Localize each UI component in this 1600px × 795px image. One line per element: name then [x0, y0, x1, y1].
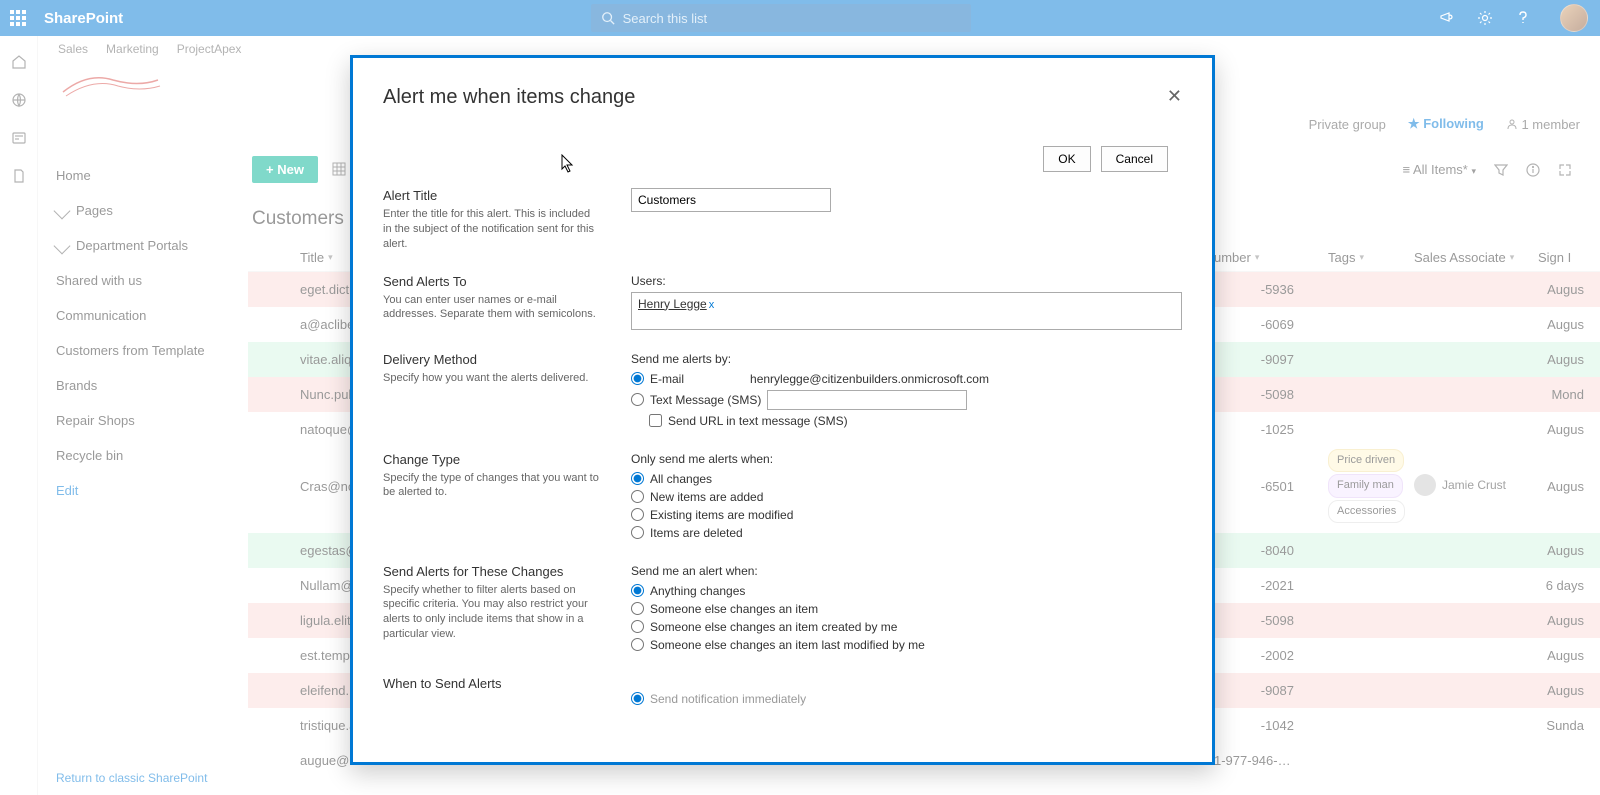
section-desc: Specify the type of changes that you wan…: [383, 471, 601, 501]
sms-input[interactable]: [767, 390, 967, 410]
alert-for-label: Send me an alert when:: [631, 564, 1182, 578]
users-label: Users:: [631, 274, 1182, 288]
ok-button[interactable]: OK: [1043, 146, 1090, 172]
section-heading: Alert Title: [383, 188, 601, 203]
change-radio[interactable]: [631, 508, 644, 521]
section-heading: When to Send Alerts: [383, 676, 601, 691]
close-icon[interactable]: ✕: [1167, 86, 1182, 107]
change-type-label: Only send me alerts when:: [631, 452, 1182, 466]
section-desc: Specify how you want the alerts delivere…: [383, 371, 601, 386]
alertfor-radio[interactable]: [631, 602, 644, 615]
alert-dialog: Alert me when items change ✕ OK Cancel A…: [350, 55, 1215, 765]
change-radio[interactable]: [631, 472, 644, 485]
change-radio[interactable]: [631, 526, 644, 539]
section-heading: Delivery Method: [383, 352, 601, 367]
when-radio[interactable]: [631, 692, 644, 705]
user-chip[interactable]: Henry Legge: [638, 297, 707, 311]
email-radio[interactable]: [631, 372, 644, 385]
section-desc: You can enter user names or e-mail addre…: [383, 293, 601, 323]
alert-title-input[interactable]: [631, 188, 831, 212]
section-heading: Change Type: [383, 452, 601, 467]
users-input[interactable]: Henry Leggex: [631, 292, 1182, 330]
cancel-button[interactable]: Cancel: [1101, 146, 1168, 172]
section-heading: Send Alerts for These Changes: [383, 564, 601, 579]
dialog-body[interactable]: OK Cancel Alert Title Enter the title for…: [383, 136, 1200, 752]
section-desc: Enter the title for this alert. This is …: [383, 207, 601, 252]
sms-url-checkbox[interactable]: [649, 414, 662, 427]
delivery-label: Send me alerts by:: [631, 352, 1182, 366]
change-radio[interactable]: [631, 490, 644, 503]
remove-user-icon[interactable]: x: [709, 299, 715, 311]
section-heading: Send Alerts To: [383, 274, 601, 289]
sms-radio[interactable]: [631, 393, 644, 406]
alertfor-radio[interactable]: [631, 638, 644, 651]
section-desc: Specify whether to filter alerts based o…: [383, 583, 601, 642]
dialog-title: Alert me when items change: [383, 86, 635, 109]
email-address-label: henrylegge@citizenbuilders.onmicrosoft.c…: [750, 372, 989, 386]
alertfor-radio[interactable]: [631, 584, 644, 597]
alertfor-radio[interactable]: [631, 620, 644, 633]
